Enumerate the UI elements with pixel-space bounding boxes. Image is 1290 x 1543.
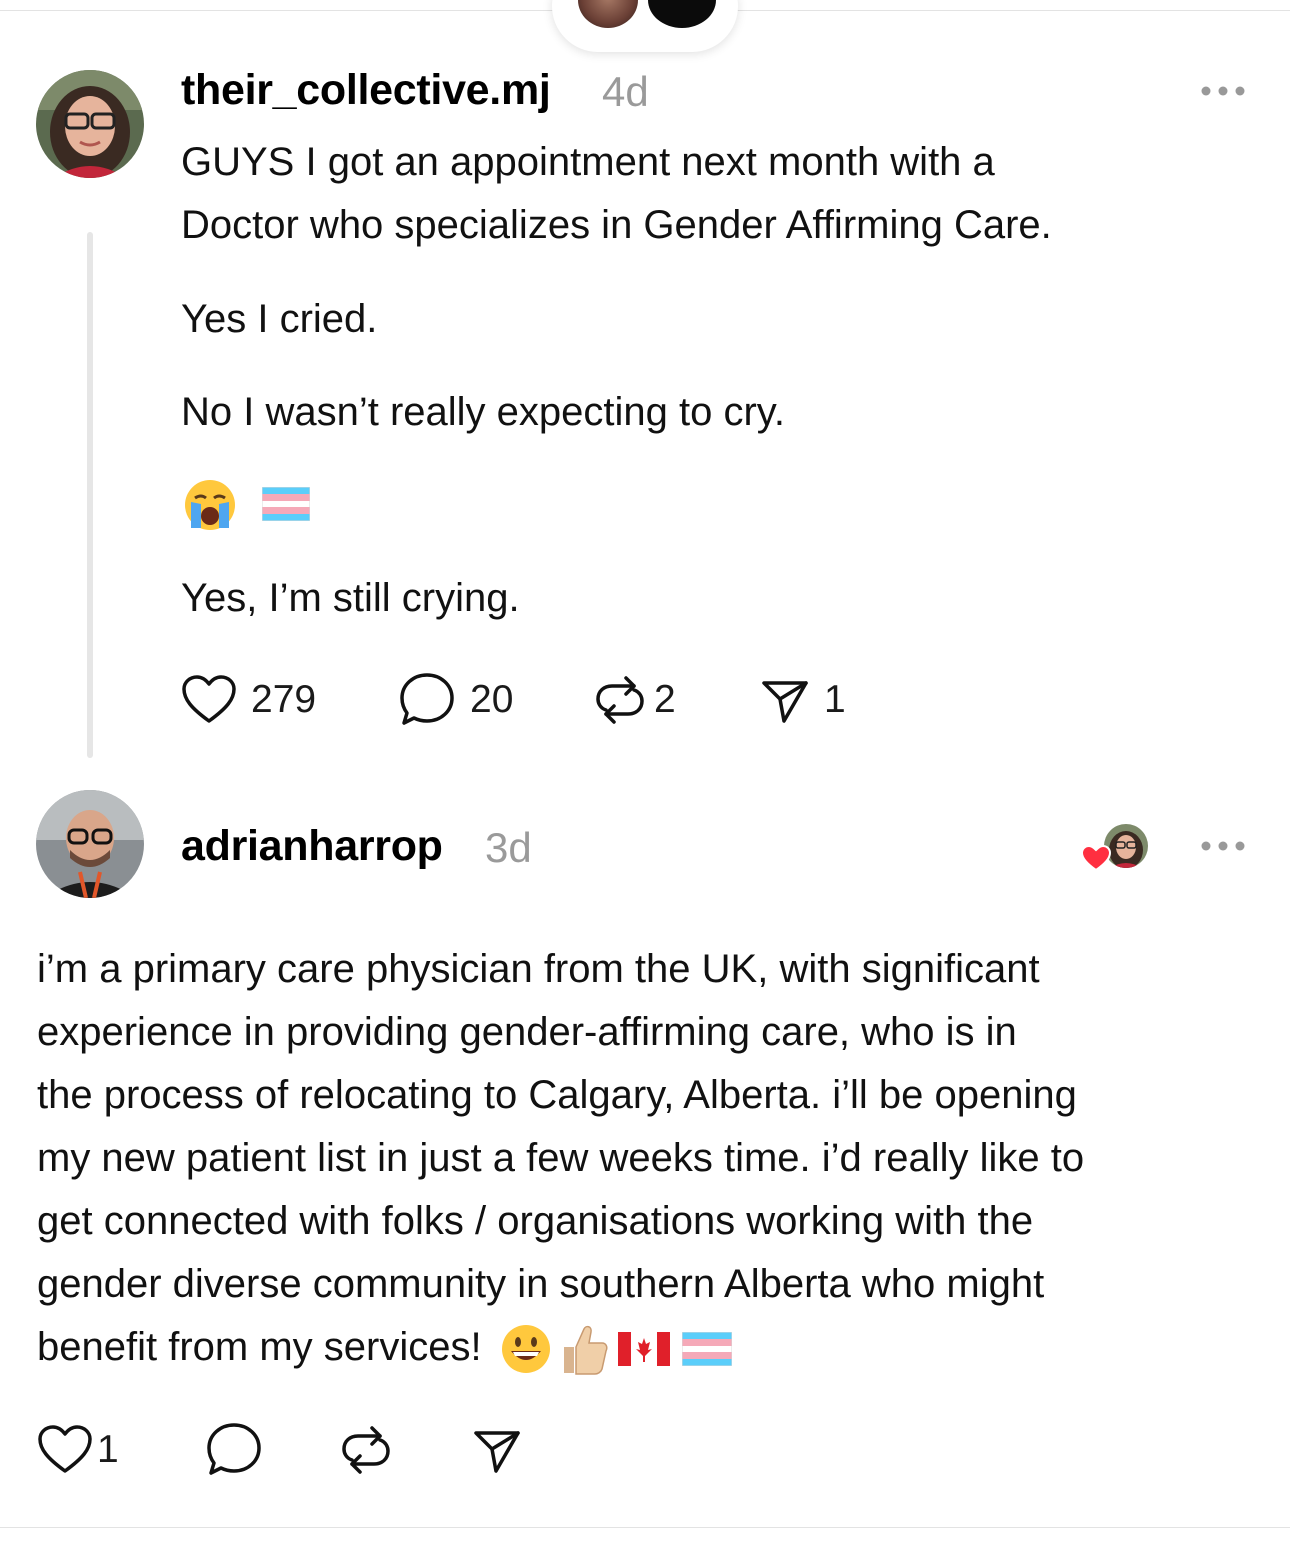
post-text: GUYS I got an appointment next month wit…: [181, 131, 1052, 257]
post-text-line: Yes I cried.: [181, 297, 378, 341]
heart-icon: [1080, 844, 1112, 872]
more-options-icon[interactable]: [1200, 840, 1246, 852]
send-icon: [474, 1431, 520, 1473]
bottom-divider: [0, 1527, 1290, 1528]
avatar[interactable]: [36, 70, 144, 178]
timestamp: 3d: [485, 824, 532, 871]
like-button[interactable]: 1: [37, 1420, 119, 1480]
avatar[interactable]: [36, 790, 144, 898]
grinning-face-emoji: [501, 1325, 550, 1374]
pill-avatar: [578, 0, 638, 28]
share-button[interactable]: [472, 1420, 522, 1480]
post-text-line: get connected with folks / organisations…: [37, 1199, 1034, 1243]
canada-flag-emoji: [617, 1332, 670, 1367]
more-options-icon[interactable]: [1200, 85, 1246, 97]
repost-icon: [596, 676, 644, 724]
post-text-line: benefit from my services!: [37, 1316, 1084, 1379]
post-text: i’m a primary care physician from the UK…: [37, 938, 1084, 1379]
username[interactable]: their_collective.mj: [181, 66, 551, 115]
send-icon: [762, 681, 808, 723]
transgender-flag-emoji: [262, 487, 310, 521]
repost-icon: [342, 1426, 390, 1474]
pill-avatar: [648, 0, 716, 28]
timestamp: 4d: [602, 68, 649, 115]
post-text-line: Doctor who specializes in Gender Affirmi…: [181, 203, 1052, 247]
comment-icon: [400, 673, 454, 725]
liked-by-author-indicator: [1080, 822, 1150, 872]
post-text-line: i’m a primary care physician from the UK…: [37, 947, 1040, 991]
username[interactable]: adrianharrop: [181, 822, 443, 871]
post-text-segment: benefit from my services!: [37, 1325, 482, 1369]
post-text-line: Yes, I’m still crying.: [181, 576, 520, 620]
reply-button[interactable]: 20: [398, 670, 513, 730]
thread-connector-line: [87, 232, 93, 758]
like-count: 1: [97, 1428, 119, 1471]
post-text-line: experience in providing gender-affirming…: [37, 1010, 1017, 1054]
repost-button[interactable]: 2: [592, 670, 676, 730]
comment-count: 20: [470, 678, 514, 721]
share-button[interactable]: 1: [760, 670, 846, 730]
heart-icon: [182, 675, 236, 723]
repost-button[interactable]: [338, 1420, 394, 1480]
transgender-flag-emoji: [681, 1332, 732, 1367]
new-posts-pill[interactable]: [552, 0, 738, 52]
post-text-line: No I wasn’t really expecting to cry.: [181, 390, 785, 434]
heart-icon: [38, 1425, 92, 1473]
crying-face-emoji: [185, 480, 235, 530]
comment-icon: [207, 1423, 261, 1475]
share-count: 1: [824, 678, 846, 721]
post-text-line: GUYS I got an appointment next month wit…: [181, 140, 995, 184]
post-text-line: the process of relocating to Calgary, Al…: [37, 1073, 1077, 1117]
post-text-line: gender diverse community in southern Alb…: [37, 1262, 1045, 1306]
reply-button[interactable]: [205, 1420, 263, 1480]
like-button[interactable]: 279: [181, 670, 316, 730]
post-text-line: my new patient list in just a few weeks …: [37, 1136, 1085, 1180]
thumbs-up-emoji: [563, 1326, 608, 1376]
like-count: 279: [251, 678, 317, 721]
repost-count: 2: [654, 678, 676, 721]
